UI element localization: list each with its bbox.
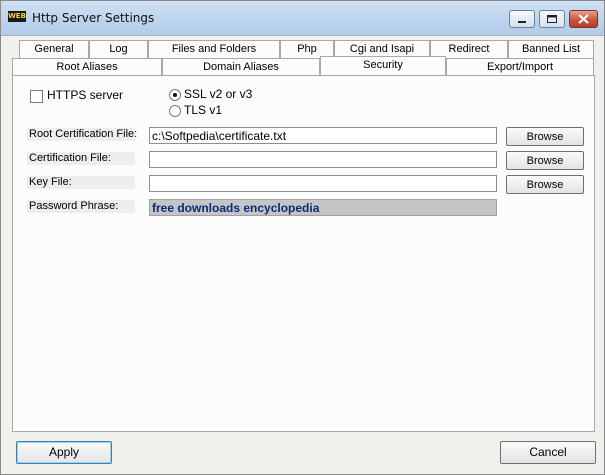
tab-row-top: General Log Files and Folders Php Cgi an…	[19, 40, 594, 58]
tab-security[interactable]: Security	[320, 56, 446, 76]
web-app-icon: WEB	[8, 11, 26, 22]
window-title: Http Server Settings	[32, 11, 155, 25]
root-cert-label: Root Certification File:	[29, 128, 138, 140]
root-cert-field[interactable]: c:\Softpedia\certificate.txt	[149, 127, 497, 144]
tab-files-and-folders[interactable]: Files and Folders	[148, 40, 280, 58]
key-field[interactable]	[149, 175, 497, 192]
http-server-settings-window: WEB Http Server Settings General Log Fil…	[0, 0, 605, 475]
root-cert-browse-button[interactable]: Browse	[506, 127, 584, 146]
security-panel: HTTPS server SSL v2 or v3 TLS v1 Root Ce…	[12, 75, 595, 432]
apply-button[interactable]: Apply	[16, 441, 112, 464]
ssl-label: SSL v2 or v3	[184, 87, 253, 101]
maximize-icon	[547, 15, 557, 23]
cert-label: Certification File:	[29, 152, 111, 164]
password-field: free downloads encyclopedia	[149, 199, 497, 216]
tab-export-import[interactable]: Export/Import	[446, 58, 594, 76]
title-bar[interactable]: WEB Http Server Settings	[1, 1, 604, 36]
password-label: Password Phrase:	[29, 200, 119, 212]
tab-domain-aliases[interactable]: Domain Aliases	[162, 58, 320, 76]
close-icon	[578, 14, 589, 24]
tab-root-aliases[interactable]: Root Aliases	[12, 58, 162, 76]
https-server-checkbox[interactable]	[30, 90, 43, 103]
tls-label: TLS v1	[184, 103, 223, 117]
tab-banned-list[interactable]: Banned List	[508, 40, 594, 58]
tab-row-bottom: Root Aliases Domain Aliases Security Exp…	[12, 56, 594, 76]
tab-general[interactable]: General	[19, 40, 89, 58]
maximize-button[interactable]	[539, 10, 565, 28]
key-browse-button[interactable]: Browse	[506, 175, 584, 194]
key-label: Key File:	[29, 176, 72, 188]
tab-log[interactable]: Log	[89, 40, 148, 58]
https-server-label: HTTPS server	[47, 88, 124, 102]
tls-radio[interactable]	[169, 105, 181, 117]
cert-field[interactable]	[149, 151, 497, 168]
minimize-icon	[518, 21, 526, 23]
cert-browse-button[interactable]: Browse	[506, 151, 584, 170]
close-button[interactable]	[569, 10, 598, 28]
ssl-radio[interactable]	[169, 89, 181, 101]
cancel-button[interactable]: Cancel	[500, 441, 596, 464]
minimize-button[interactable]	[509, 10, 535, 28]
